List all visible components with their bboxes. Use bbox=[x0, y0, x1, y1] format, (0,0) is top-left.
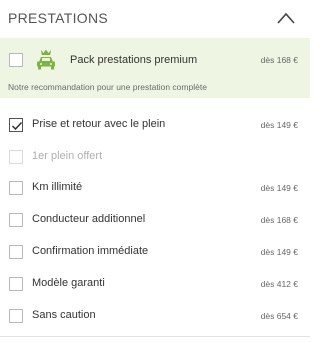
option-label: Conducteur additionnel bbox=[32, 213, 146, 225]
prestations-panel: PRESTATIONS Pack prestations premium dès… bbox=[0, 0, 310, 342]
option-price: dès 412 € bbox=[260, 279, 298, 289]
option-checkbox[interactable] bbox=[9, 213, 23, 227]
option-conducteur-additionnel[interactable]: Conducteur additionnel dès 168 € bbox=[0, 208, 310, 232]
option-confirmation-immediate[interactable]: Confirmation immédiate dès 149 € bbox=[0, 240, 310, 264]
option-prise-retour-plein[interactable]: Prise et retour avec le plein dès 149 € bbox=[0, 113, 310, 137]
premium-pack-note: Notre recommandation pour une prestation… bbox=[8, 82, 207, 92]
option-1er-plein-offert: 1er plein offert bbox=[0, 145, 310, 169]
option-checkbox[interactable] bbox=[9, 309, 23, 323]
premium-pack-label: Pack prestations premium bbox=[70, 54, 198, 66]
option-km-illimite[interactable]: Km illimité dès 149 € bbox=[0, 176, 310, 200]
section-title: PRESTATIONS bbox=[8, 10, 109, 26]
checkmark-icon bbox=[11, 121, 23, 131]
option-label: Modèle garanti bbox=[32, 277, 105, 289]
option-checkbox bbox=[9, 150, 23, 164]
option-label: Sans caution bbox=[32, 309, 96, 321]
option-checkbox[interactable] bbox=[9, 277, 23, 291]
option-label: Prise et retour avec le plein bbox=[32, 118, 166, 130]
option-price: dès 149 € bbox=[260, 183, 298, 193]
option-checkbox[interactable] bbox=[9, 245, 23, 259]
option-modele-garanti[interactable]: Modèle garanti dès 412 € bbox=[0, 272, 310, 296]
option-label: Km illimité bbox=[32, 181, 83, 193]
chevron-up-icon[interactable] bbox=[276, 11, 296, 25]
premium-pack-price: dès 168 € bbox=[260, 55, 298, 65]
prestations-header[interactable]: PRESTATIONS bbox=[0, 0, 310, 36]
option-label: 1er plein offert bbox=[32, 150, 103, 162]
premium-pack-option[interactable]: Pack prestations premium dès 168 € bbox=[0, 46, 310, 74]
option-price: dès 149 € bbox=[260, 120, 298, 130]
option-sans-caution[interactable]: Sans caution dès 654 € bbox=[0, 304, 310, 328]
option-checkbox[interactable] bbox=[9, 181, 23, 195]
option-label: Confirmation immédiate bbox=[32, 245, 149, 257]
premium-pack-checkbox[interactable] bbox=[9, 53, 23, 67]
option-price: dès 149 € bbox=[260, 247, 298, 257]
option-price: dès 654 € bbox=[260, 311, 298, 321]
option-price: dès 168 € bbox=[260, 215, 298, 225]
car-crown-icon bbox=[37, 49, 55, 70]
option-checkbox[interactable] bbox=[9, 118, 23, 132]
bottom-divider bbox=[0, 336, 310, 337]
